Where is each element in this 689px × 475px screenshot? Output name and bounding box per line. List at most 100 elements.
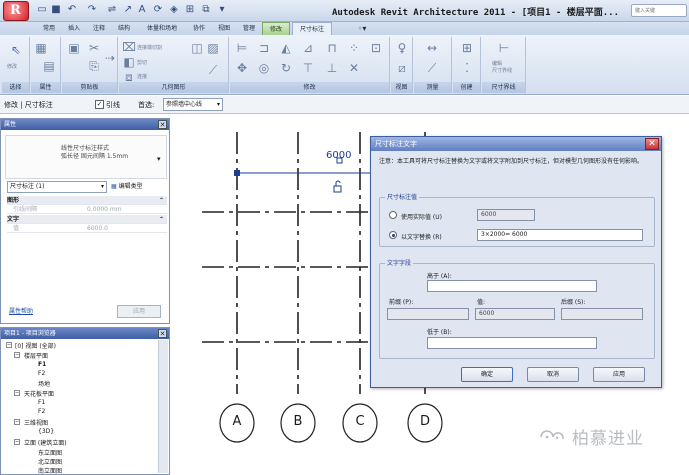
tree-item-floor-plans[interactable]: 楼层平面 [24, 351, 48, 360]
tree-item-views[interactable]: [0] 视图 (全部) [15, 341, 56, 350]
close-icon[interactable]: ✕ [158, 120, 167, 129]
paste-icon[interactable]: ▣ [66, 41, 82, 57]
tree-expander-icon[interactable]: − [14, 419, 20, 425]
modify-cursor-icon[interactable]: ⇖ [8, 43, 24, 59]
qat-dropdown-icon[interactable]: ▾ [216, 4, 228, 16]
browser-scrollbar[interactable] [158, 340, 168, 473]
prop-group-text[interactable]: 文字 ⌃ [7, 215, 167, 224]
tree-item-north[interactable]: 北立面图 [38, 457, 62, 466]
tab-annotate[interactable]: 注释 [88, 22, 110, 35]
above-input[interactable] [427, 280, 597, 292]
create-similar-icon[interactable]: ⁚ [459, 61, 475, 77]
edit-witness-button[interactable]: 编辑 尺寸界线 [492, 61, 512, 75]
tab-collaborate[interactable]: 协作 [188, 22, 210, 35]
tree-item-south[interactable]: 南立面图 [38, 466, 62, 475]
tree-item-3d[interactable]: {3D} [38, 428, 54, 435]
app-menu-button[interactable]: R [3, 1, 29, 21]
replace-text-radio[interactable] [389, 231, 397, 239]
tree-expander-icon[interactable]: − [14, 352, 20, 358]
redo-icon[interactable]: ↷ [86, 4, 98, 16]
close-icon[interactable]: ✕ [158, 329, 167, 338]
prefix-input[interactable] [387, 308, 469, 320]
match-icon[interactable]: ⇢ [102, 51, 118, 67]
tree-expander-icon[interactable]: − [6, 342, 12, 348]
paint-icon[interactable]: ▨ [205, 41, 221, 57]
dimension-value[interactable]: 6000 [326, 150, 351, 161]
rotate-icon[interactable]: ↻ [278, 61, 294, 77]
type-properties-icon[interactable]: ▤ [41, 59, 57, 75]
cut-geometry-icon[interactable]: ◧ [121, 55, 137, 71]
unpin-icon[interactable]: ⊥ [324, 61, 340, 77]
tree-item-f2[interactable]: F2 [38, 370, 45, 377]
tab-insert[interactable]: 插入 [63, 22, 85, 35]
edit-witness-icon[interactable]: ⊢ [496, 41, 512, 57]
override-icon[interactable]: ⧄ [394, 61, 410, 77]
type-dropdown-icon[interactable]: ▾ [157, 155, 161, 163]
text-tool-icon[interactable]: A [136, 4, 148, 16]
dialog-close-button[interactable]: ✕ [645, 138, 659, 150]
cancel-button[interactable]: 取消 [527, 367, 579, 382]
tree-item-elevations[interactable]: 立面 (建筑立面) [24, 438, 67, 447]
move-icon[interactable]: ✥ [234, 61, 250, 77]
tree-item-east[interactable]: 东立面图 [38, 448, 62, 457]
save-icon[interactable]: ■ [50, 4, 62, 16]
leader-checkbox[interactable]: ✓ [95, 100, 104, 109]
help-search-input[interactable]: 键入关键 [631, 4, 687, 17]
tree-item-ceiling-f1[interactable]: F1 [38, 399, 45, 406]
measure-icon[interactable]: ⇌ [106, 4, 118, 16]
delete-icon[interactable]: ✕ [346, 61, 362, 77]
cut-icon[interactable]: ✂ [86, 41, 102, 57]
below-input[interactable] [427, 337, 597, 349]
apply-button[interactable]: 应用 [593, 367, 645, 382]
open-icon[interactable]: ▭ [36, 4, 48, 16]
copy-icon[interactable]: ⎘ [86, 59, 102, 75]
split-face-icon[interactable]: ◫ [189, 41, 205, 57]
measure-distance-icon[interactable]: ↔ [424, 41, 440, 57]
align-icon[interactable]: ⊨ [234, 41, 250, 57]
undo-icon[interactable]: ↶ [66, 4, 78, 16]
tree-item-ceiling-plans[interactable]: 天花板平面 [24, 389, 54, 398]
geometry-item-cope[interactable]: 连接端切割 [137, 44, 162, 51]
tree-item-f1[interactable]: F1 [38, 361, 46, 368]
tab-modify[interactable]: 修改 [262, 22, 290, 35]
arrow-tool-icon[interactable]: ↗ [122, 4, 134, 16]
use-actual-radio[interactable] [389, 211, 397, 219]
dimension-tool-icon[interactable]: ⟋ [424, 61, 440, 77]
create-group-icon[interactable]: ⊞ [459, 41, 475, 57]
mirror-icon[interactable]: ◭ [278, 41, 294, 57]
tree-expander-icon[interactable]: − [14, 390, 20, 396]
pin-icon[interactable]: ⊤ [300, 61, 316, 77]
properties-icon[interactable]: ▦ [33, 41, 49, 57]
demolish-icon[interactable]: ⟋ [205, 63, 221, 79]
tab-manage[interactable]: 管理 [238, 22, 260, 35]
array-icon[interactable]: ⁘ [346, 41, 362, 57]
geometry-item-cut[interactable]: 剪切 [137, 59, 147, 66]
properties-apply-button[interactable]: 应用 [117, 305, 161, 318]
geometry-item-join[interactable]: 连接 [137, 73, 147, 80]
offset-icon[interactable]: ⊐ [256, 41, 272, 57]
replace-text-input[interactable]: 3×2000= 6000 [477, 229, 643, 241]
edit-type-button[interactable]: ▦ 编辑类型 [111, 181, 167, 193]
instance-selector[interactable]: 尺寸标注 (1) ▾ [7, 181, 107, 193]
copy-element-icon[interactable]: ◎ [256, 61, 272, 77]
tab-overflow-icon[interactable]: ◦▾ [352, 22, 372, 35]
tree-item-site[interactable]: 场地 [38, 379, 50, 388]
hide-icon[interactable]: ♀ [394, 41, 410, 57]
tree-expander-icon[interactable]: − [14, 439, 20, 445]
ok-button[interactable]: 确定 [461, 367, 513, 382]
prop-row-leader-offset[interactable]: 引线间隔 0.0000 mm [7, 205, 167, 214]
section-icon[interactable]: ⊞ [184, 4, 196, 16]
prop-group-graphics[interactable]: 图形 ⌃ [7, 196, 167, 205]
3d-view-icon[interactable]: ◈ [168, 4, 180, 16]
preference-select[interactable]: 参照墙中心线 ▾ [163, 98, 223, 111]
tab-massing[interactable]: 体量和场地 [139, 22, 185, 35]
properties-help-link[interactable]: 属性帮助 [9, 306, 33, 315]
tab-home[interactable]: 常用 [38, 22, 60, 35]
tree-item-3d-views[interactable]: 三维视图 [24, 418, 48, 427]
sync-icon[interactable]: ⟳ [152, 4, 164, 16]
prop-row-value[interactable]: 值 6000.0 [7, 224, 167, 233]
close-hidden-icon[interactable]: ⧉ [200, 4, 212, 16]
tab-dimension[interactable]: 尺寸标注 [292, 22, 332, 35]
scale-icon[interactable]: ⊡ [368, 41, 384, 57]
split-icon[interactable]: ⊿ [300, 41, 316, 57]
